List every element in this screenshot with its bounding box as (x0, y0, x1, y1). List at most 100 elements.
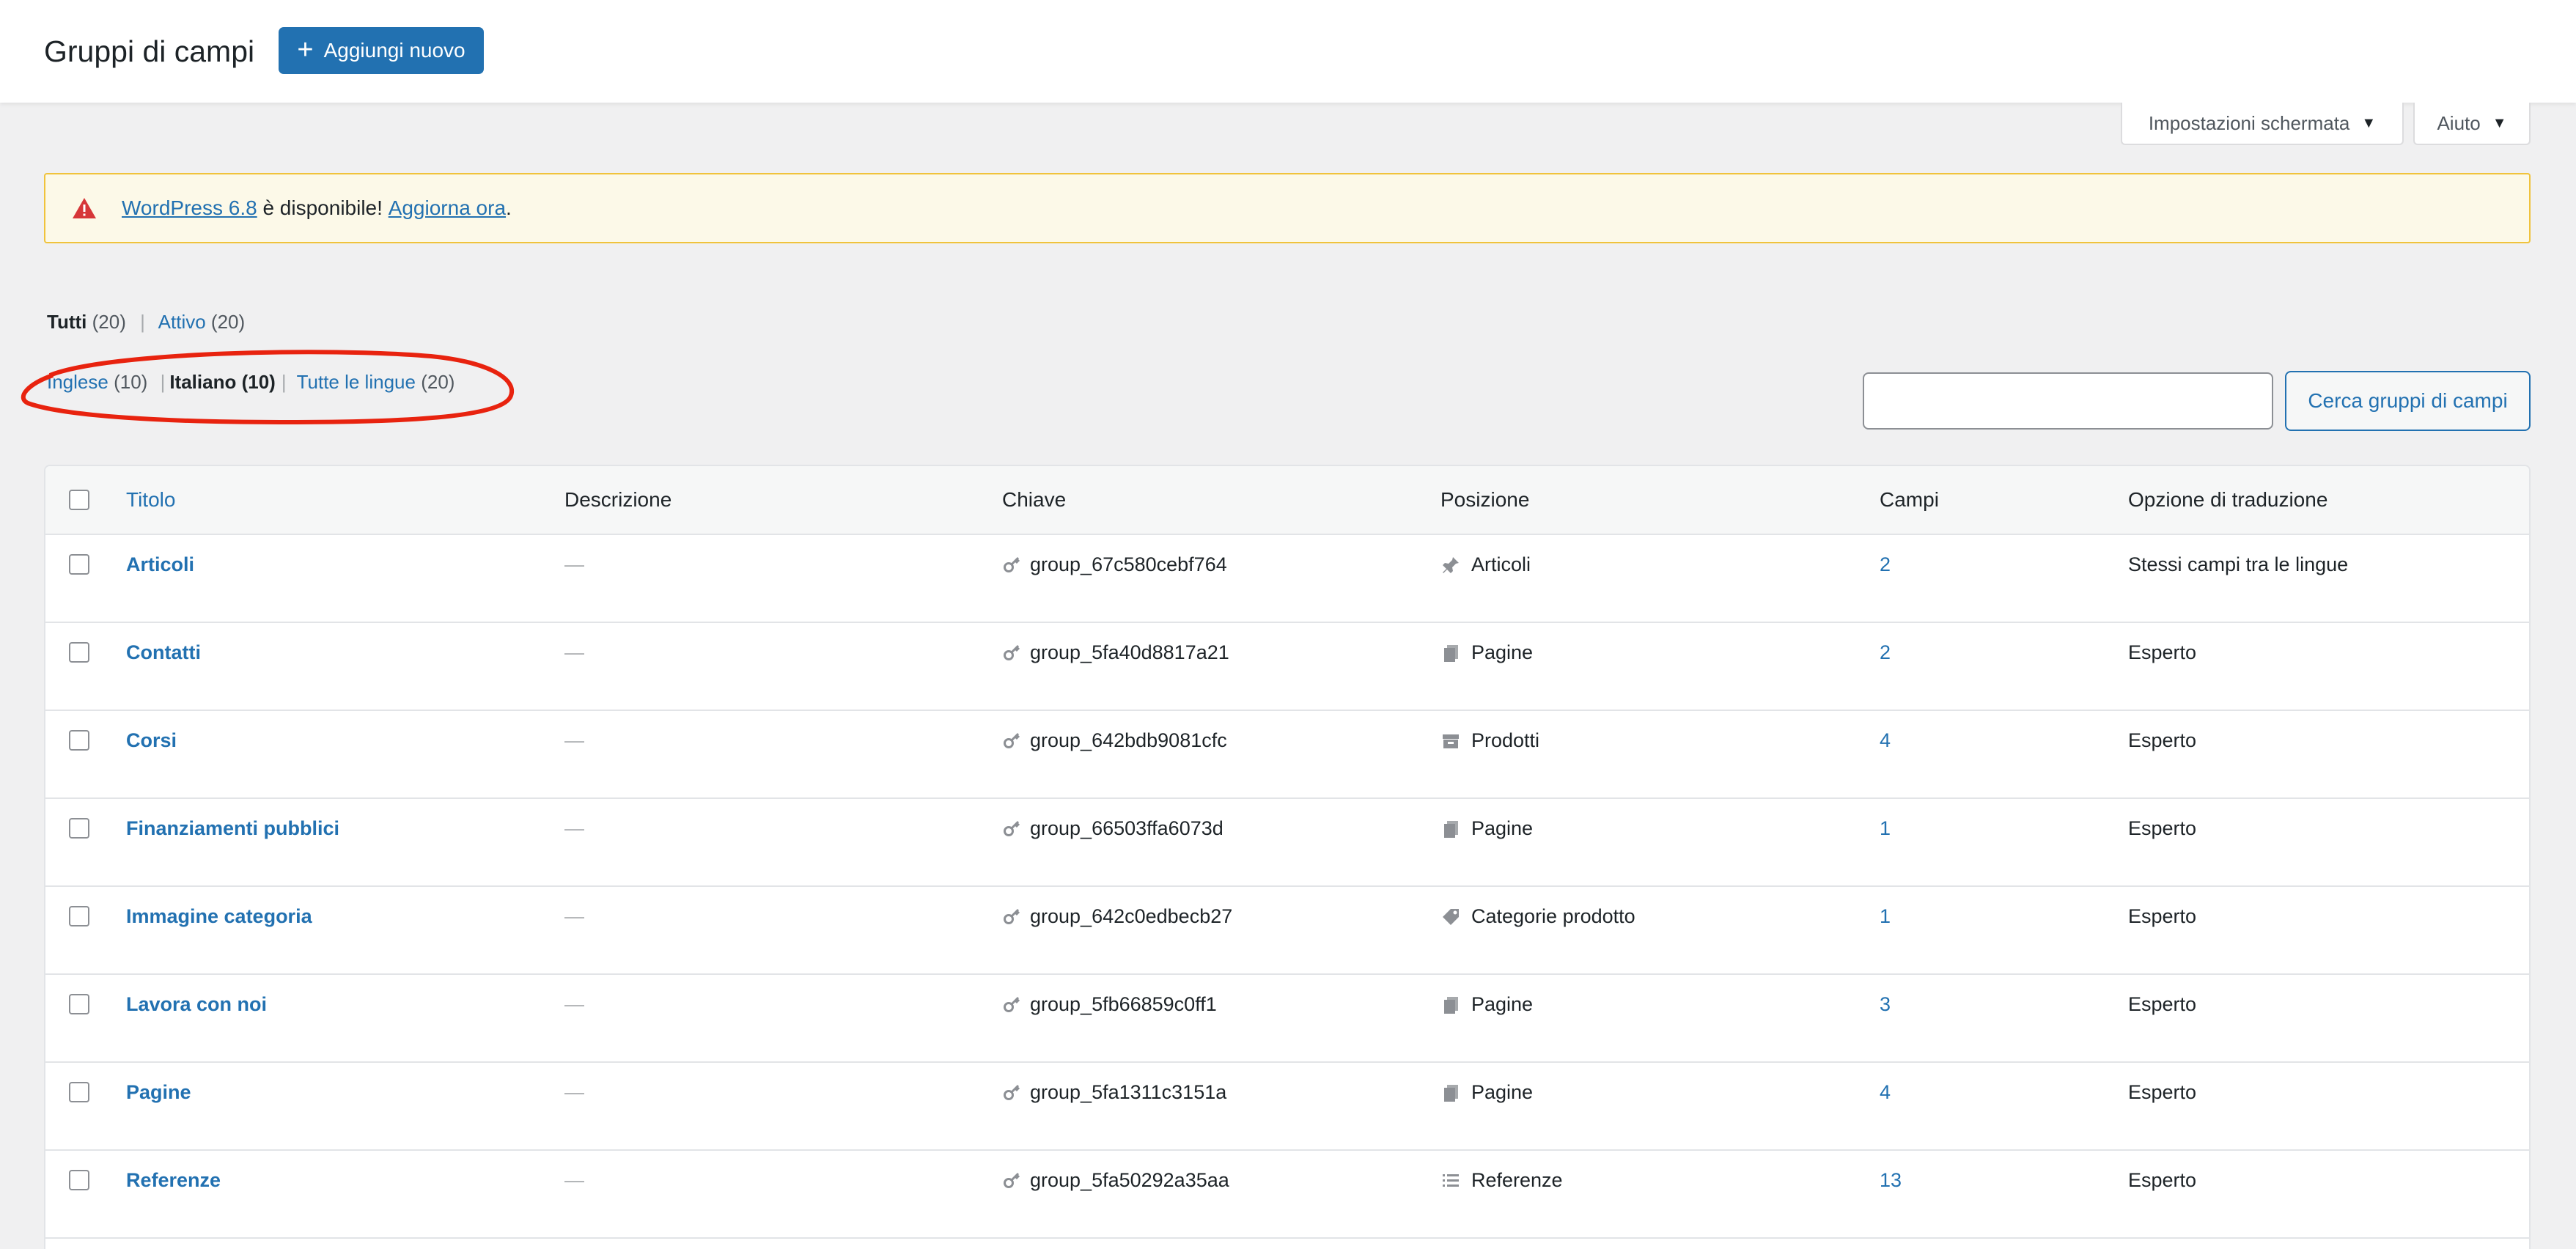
field-group-title-link[interactable]: Contatti (126, 641, 201, 664)
field-group-position-text: Pagine (1471, 817, 1534, 839)
update-now-link[interactable]: Aggiorna ora (389, 196, 506, 220)
search-button[interactable]: Cerca gruppi di campi (2285, 371, 2531, 431)
filter-active-count: (20) (210, 311, 246, 333)
field-group-description: — (564, 641, 584, 663)
field-count-link[interactable]: 2 (1880, 641, 1891, 664)
archive-icon (1440, 731, 1461, 751)
field-group-title-link[interactable]: Immagine categoria (126, 905, 312, 928)
add-new-label: Aggiungi nuovo (323, 39, 465, 62)
field-group-description: — (564, 729, 584, 751)
key-icon (1002, 1083, 1023, 1103)
table-row: Corsi — group_642bdb9081cfc Prodotti 4 Espert… (45, 711, 2529, 799)
field-count-link[interactable]: 13 (1880, 1169, 1902, 1192)
row-checkbox[interactable] (69, 818, 89, 839)
field-group-title-link[interactable]: Corsi (126, 729, 177, 752)
column-key: Chiave (1002, 488, 1067, 511)
row-checkbox[interactable] (69, 1170, 89, 1190)
filter-active[interactable]: Attivo (158, 311, 206, 333)
field-group-position-text: Pagine (1471, 641, 1534, 663)
pin-icon (1440, 555, 1461, 575)
warning-icon (73, 198, 96, 218)
column-position: Posizione (1440, 488, 1530, 511)
field-group-key-text: group_642c0edbecb27 (1030, 905, 1233, 927)
translation-option: Esperto (2128, 1169, 2197, 1191)
field-group-key: group_642bdb9081cfc (1002, 729, 1227, 752)
separator: | (140, 311, 145, 333)
field-count-link[interactable]: 2 (1880, 553, 1891, 576)
field-group-title-link[interactable]: Referenze (126, 1169, 221, 1192)
field-group-key: group_642c0edbecb27 (1002, 905, 1232, 928)
table-row: Lavora con noi — group_5fb66859c0ff1 Pagine… (45, 975, 2529, 1063)
page-title: Gruppi di campi (44, 34, 255, 68)
translation-option: Esperto (2128, 641, 2197, 663)
field-group-position-text: Articoli (1471, 553, 1531, 575)
field-group-key-text: group_5fa40d8817a21 (1030, 641, 1229, 663)
field-group-title-link[interactable]: Articoli (126, 553, 194, 576)
field-count-link[interactable]: 1 (1880, 817, 1891, 840)
field-group-description: — (564, 1169, 584, 1191)
translation-option: Esperto (2128, 1081, 2197, 1103)
field-group-title-link[interactable]: Pagine (126, 1081, 191, 1104)
field-group-title-link[interactable]: Lavora con noi (126, 993, 267, 1016)
field-group-position-text: Pagine (1471, 993, 1534, 1015)
column-description: Descrizione (564, 488, 672, 511)
column-translation: Opzione di traduzione (2128, 488, 2328, 511)
field-count-link[interactable]: 1 (1880, 905, 1891, 928)
pages-icon (1440, 995, 1461, 1015)
add-new-button[interactable]: + Aggiungi nuovo (279, 27, 484, 74)
notice-end: . (506, 196, 512, 219)
row-checkbox[interactable] (69, 1082, 89, 1102)
pages-icon (1440, 1083, 1461, 1103)
field-group-position-text: Categorie prodotto (1471, 905, 1635, 927)
table-row: Contatti — group_5fa40d8817a21 Pagine 2 Esper… (45, 623, 2529, 711)
field-group-key: group_5fa50292a35aa (1002, 1169, 1229, 1192)
field-group-position: Pagine (1440, 1081, 1533, 1104)
field-group-key: group_5fb66859c0ff1 (1002, 993, 1217, 1016)
field-group-title-link[interactable]: Finanziamenti pubblici (126, 817, 339, 840)
row-checkbox[interactable] (69, 730, 89, 751)
key-icon (1002, 731, 1023, 751)
field-group-position: Referenze (1440, 1169, 1563, 1192)
wordpress-version-link[interactable]: WordPress 6.8 (122, 196, 257, 220)
row-checkbox[interactable] (69, 642, 89, 663)
field-count-link[interactable]: 4 (1880, 729, 1891, 752)
status-filters: Tutti (20) | Attivo (20) (47, 311, 245, 334)
field-group-description: — (564, 1081, 584, 1103)
filter-all-count: (20) (92, 311, 126, 333)
field-count-link[interactable]: 3 (1880, 993, 1891, 1016)
translation-option: Esperto (2128, 817, 2197, 839)
select-all-checkbox[interactable] (69, 490, 89, 510)
field-group-key-text: group_5fa50292a35aa (1030, 1169, 1229, 1191)
field-group-key-text: group_5fa1311c3151a (1030, 1081, 1227, 1103)
key-icon (1002, 1171, 1023, 1191)
table-row: Referenze — group_5fa50292a35aa Referenze 13… (45, 1151, 2529, 1239)
field-group-position: Categorie prodotto (1440, 905, 1635, 928)
field-group-position-text: Pagine (1471, 1081, 1534, 1103)
field-group-description: — (564, 905, 584, 927)
column-title[interactable]: Titolo (126, 488, 175, 512)
field-group-position: Pagine (1440, 993, 1533, 1016)
table-row: Articoli — group_67c580cebf764 Articoli 2 Ste… (45, 535, 2529, 623)
field-group-key: group_5fa40d8817a21 (1002, 641, 1229, 664)
help-button[interactable]: Aiuto ▼ (2413, 103, 2531, 145)
caret-down-icon: ▼ (2492, 114, 2507, 131)
row-checkbox[interactable] (69, 906, 89, 926)
search-input[interactable] (1863, 372, 2273, 430)
table-row: Pagine — group_5fa1311c3151a Pagine 4 Esperto (45, 1063, 2529, 1151)
field-group-position: Pagine (1440, 641, 1533, 664)
list-icon (1440, 1171, 1461, 1191)
help-label: Aiuto (2437, 111, 2481, 134)
update-notice: WordPress 6.8 è disponibile! Aggiorna or… (44, 173, 2531, 243)
filter-all[interactable]: Tutti (47, 311, 87, 333)
screen-options-button[interactable]: Impostazioni schermata ▼ (2121, 103, 2404, 145)
notice-text: è disponibile! (257, 196, 389, 219)
field-group-position: Articoli (1440, 553, 1531, 576)
key-icon (1002, 643, 1023, 663)
annotation-circle (21, 350, 514, 425)
field-group-description: — (564, 993, 584, 1015)
field-group-key: group_5fa1311c3151a (1002, 1081, 1226, 1104)
row-checkbox[interactable] (69, 994, 89, 1014)
row-checkbox[interactable] (69, 554, 89, 575)
pages-icon (1440, 643, 1461, 663)
field-count-link[interactable]: 4 (1880, 1081, 1891, 1104)
